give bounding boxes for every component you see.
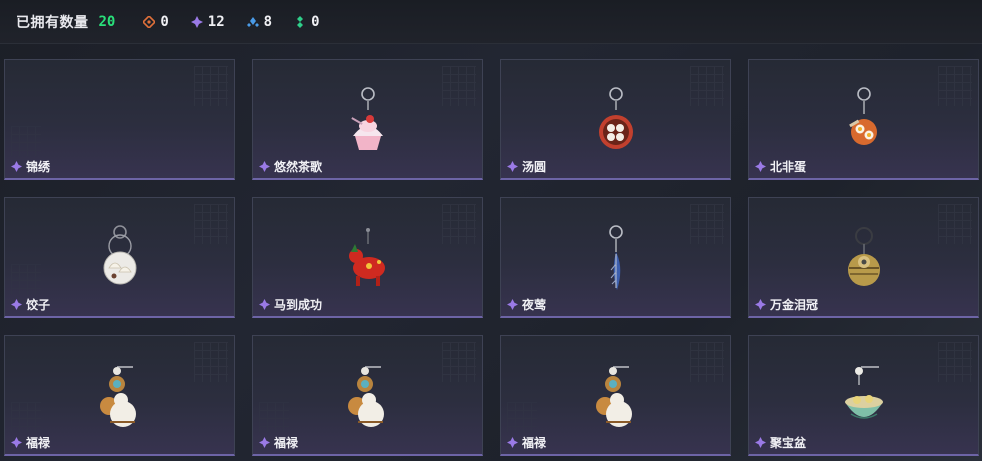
card-pattern [194, 204, 228, 244]
dumpling-plate-charm-icon [103, 225, 136, 285]
item-name-row: 汤圆 [507, 158, 546, 175]
item-card-jiaozi[interactable]: 饺子 [4, 197, 235, 318]
item-card-jubaopen[interactable]: 聚宝盆 [748, 335, 979, 456]
stat-purple: 12 [190, 13, 225, 30]
item-name: 马到成功 [274, 298, 323, 312]
item-grid: 锦绣 悠然茶歌 汤圆 北非蛋 饺子 马到成功 夜莺 万金泪冠 福禄 福禄 福禄 … [4, 59, 979, 456]
stat-green: 0 [294, 13, 320, 30]
item-name-row: 福禄 [259, 434, 298, 451]
purple-rarity-icon [259, 299, 270, 310]
gourd-charm-icon [347, 366, 384, 427]
card-pattern [938, 342, 972, 382]
item-name: 万金泪冠 [770, 298, 819, 312]
stat-blue-value: 8 [263, 13, 273, 30]
item-card-beifeidan[interactable]: 北非蛋 [748, 59, 979, 180]
purple-rarity-icon [507, 161, 518, 172]
card-pattern [507, 402, 537, 432]
stat-blue: 8 [246, 13, 273, 30]
gourd-charm-icon [595, 366, 632, 427]
item-name: 饺子 [26, 298, 51, 312]
item-name-row: 万金泪冠 [755, 296, 818, 313]
feather-charm-icon [608, 225, 623, 290]
item-card-tangyuan[interactable]: 汤圆 [500, 59, 731, 180]
item-name: 福禄 [26, 436, 51, 450]
purple-diamond-icon [190, 15, 203, 28]
header-bar: 已拥有数量 20 0 12 8 0 [0, 0, 982, 44]
card-pattern [11, 126, 41, 156]
item-name: 汤圆 [522, 160, 547, 174]
card-pattern [442, 342, 476, 382]
item-card-fulu[interactable]: 福禄 [252, 335, 483, 456]
stat-purple-value: 12 [207, 13, 225, 30]
purple-rarity-icon [259, 161, 270, 172]
card-pattern [442, 204, 476, 244]
cupcake-charm-icon [350, 87, 383, 150]
purple-rarity-icon [507, 437, 518, 448]
card-pattern [259, 402, 289, 432]
card-pattern [194, 66, 228, 106]
item-name-row: 夜莺 [507, 296, 546, 313]
item-name: 锦绣 [26, 160, 51, 174]
item-name-row: 悠然茶歌 [259, 158, 322, 175]
shakshuka-charm-icon [848, 87, 877, 145]
purple-rarity-icon [259, 437, 270, 448]
gold-ball-charm-icon [847, 227, 880, 286]
item-name: 福禄 [274, 436, 299, 450]
item-name: 聚宝盆 [770, 436, 807, 450]
purple-rarity-icon [755, 161, 766, 172]
purple-rarity-icon [11, 299, 22, 310]
owned-count: 20 [98, 13, 116, 30]
item-name: 福禄 [522, 436, 547, 450]
item-card-yeying[interactable]: 夜莺 [500, 197, 731, 318]
card-pattern [442, 66, 476, 106]
card-pattern [194, 342, 228, 382]
item-card-youran-chage[interactable]: 悠然茶歌 [252, 59, 483, 180]
card-pattern [690, 342, 724, 382]
item-name-row: 马到成功 [259, 296, 322, 313]
gourd-charm-icon [99, 366, 136, 427]
item-name-row: 福禄 [507, 434, 546, 451]
orange-diamond-icon [143, 15, 156, 28]
stat-orange-value: 0 [160, 13, 169, 30]
card-pattern [11, 402, 41, 432]
purple-rarity-icon [755, 437, 766, 448]
item-name: 夜莺 [522, 298, 547, 312]
item-name-row: 聚宝盆 [755, 434, 806, 451]
item-card-jinxiu[interactable]: 锦绣 [4, 59, 235, 180]
blue-diamond-icon [246, 16, 259, 27]
green-diamond-icon [297, 15, 304, 28]
purple-rarity-icon [507, 299, 518, 310]
purple-rarity-icon [11, 161, 22, 172]
owned-label: 已拥有数量 [16, 14, 89, 31]
item-card-madaochenggong[interactable]: 马到成功 [252, 197, 483, 318]
card-pattern [11, 264, 41, 294]
item-name-row: 北非蛋 [755, 158, 806, 175]
purple-rarity-icon [755, 299, 766, 310]
treasure-bowl-charm-icon [844, 366, 883, 419]
item-name-row: 福禄 [11, 434, 50, 451]
tangyuan-bowl-charm-icon [598, 87, 633, 149]
stat-orange: 0 [143, 13, 169, 30]
stat-green-value: 0 [311, 13, 320, 30]
red-horse-charm-icon [348, 228, 385, 286]
item-name-row: 锦绣 [11, 158, 50, 175]
item-card-fulu[interactable]: 福禄 [500, 335, 731, 456]
card-pattern [938, 66, 972, 106]
purple-rarity-icon [11, 437, 22, 448]
item-card-fulu[interactable]: 福禄 [4, 335, 235, 456]
card-pattern [938, 204, 972, 244]
card-pattern [690, 204, 724, 244]
item-name: 北非蛋 [770, 160, 807, 174]
card-pattern [690, 66, 724, 106]
item-name: 悠然茶歌 [274, 160, 323, 174]
item-name-row: 饺子 [11, 296, 50, 313]
item-card-wanjinleiguan[interactable]: 万金泪冠 [748, 197, 979, 318]
